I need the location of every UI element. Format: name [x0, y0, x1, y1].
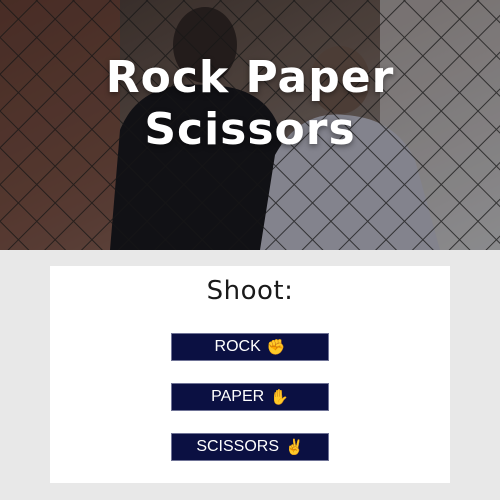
page-title: Rock Paper Scissors	[0, 52, 500, 156]
hero-banner: Rock Paper Scissors	[0, 0, 500, 250]
game-card: Shoot: ROCK ✊ PAPER ✋ SCISSORS ✌	[50, 266, 450, 483]
open-hand-icon: ✋	[270, 388, 289, 406]
title-line-2: Scissors	[144, 104, 356, 155]
shoot-prompt: Shoot:	[206, 276, 294, 306]
scissors-button[interactable]: SCISSORS ✌	[171, 433, 329, 461]
paper-button[interactable]: PAPER ✋	[171, 383, 329, 411]
fist-icon: ✊	[266, 338, 286, 356]
paper-button-label: PAPER	[211, 388, 265, 405]
scissors-hand-icon: ✌	[285, 438, 304, 456]
title-line-1: Rock Paper	[105, 52, 395, 103]
scissors-button-label: SCISSORS	[196, 438, 279, 455]
rock-button-label: ROCK	[214, 338, 261, 355]
rock-button[interactable]: ROCK ✊	[171, 333, 329, 361]
